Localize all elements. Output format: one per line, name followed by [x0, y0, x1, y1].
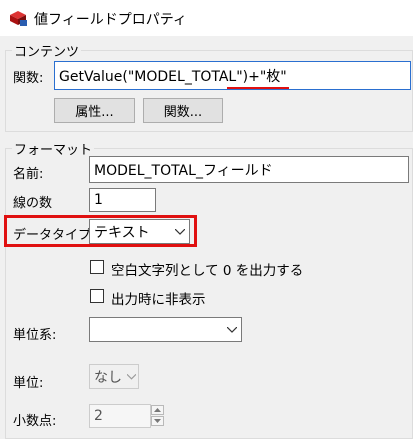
unit-value: なし [94, 369, 122, 386]
annotation-underline [227, 87, 289, 89]
chevron-down-icon [124, 365, 138, 388]
decimal-label: 小数点: [13, 414, 57, 429]
lines-label: 線の数 [13, 196, 53, 211]
expression-field[interactable]: GetValue("MODEL_TOTAL")+"枚" [54, 61, 411, 90]
decimal-spin-down[interactable] [151, 416, 164, 426]
blank-as-zero-label: 空白文字列として 0 を出力する [111, 263, 304, 279]
window-title: 値フィールドプロパティ [34, 12, 187, 28]
unit-system-label: 単位系: [13, 328, 57, 343]
function-button[interactable]: 関数... [143, 98, 223, 123]
blank-as-zero-checkbox[interactable] [90, 260, 104, 274]
chevron-down-icon [171, 220, 189, 243]
lines-value: 1 [94, 192, 103, 208]
format-group [5, 148, 413, 439]
datatype-label: データタイプ: [13, 228, 96, 243]
format-group-label: フォーマット [12, 139, 95, 158]
lines-field[interactable]: 1 [89, 188, 156, 212]
hide-on-output-label: 出力時に非表示 [111, 292, 206, 308]
name-value: MODEL_TOTAL_フィールド [94, 162, 273, 179]
attribute-button[interactable]: 属性... [54, 98, 135, 123]
datatype-dropdown[interactable]: テキスト [89, 219, 190, 244]
expression-value: GetValue("MODEL_TOTAL")+"枚" [59, 68, 287, 85]
unit-system-dropdown[interactable] [89, 317, 242, 342]
contents-group-label: コンテンツ [12, 41, 82, 60]
decimal-value: 2 [94, 408, 103, 424]
decimal-field[interactable]: 2 [89, 404, 151, 428]
decimal-spin-up[interactable] [151, 405, 164, 415]
app-icon [8, 9, 28, 27]
expression-label: 関数: [13, 71, 44, 86]
unit-dropdown[interactable]: なし [89, 364, 139, 389]
name-label: 名前: [13, 167, 44, 182]
hide-on-output-checkbox[interactable] [90, 289, 104, 303]
unit-label: 単位: [13, 376, 44, 391]
name-field[interactable]: MODEL_TOTAL_フィールド [89, 156, 409, 183]
datatype-value: テキスト [94, 224, 150, 241]
chevron-down-icon [223, 318, 241, 341]
